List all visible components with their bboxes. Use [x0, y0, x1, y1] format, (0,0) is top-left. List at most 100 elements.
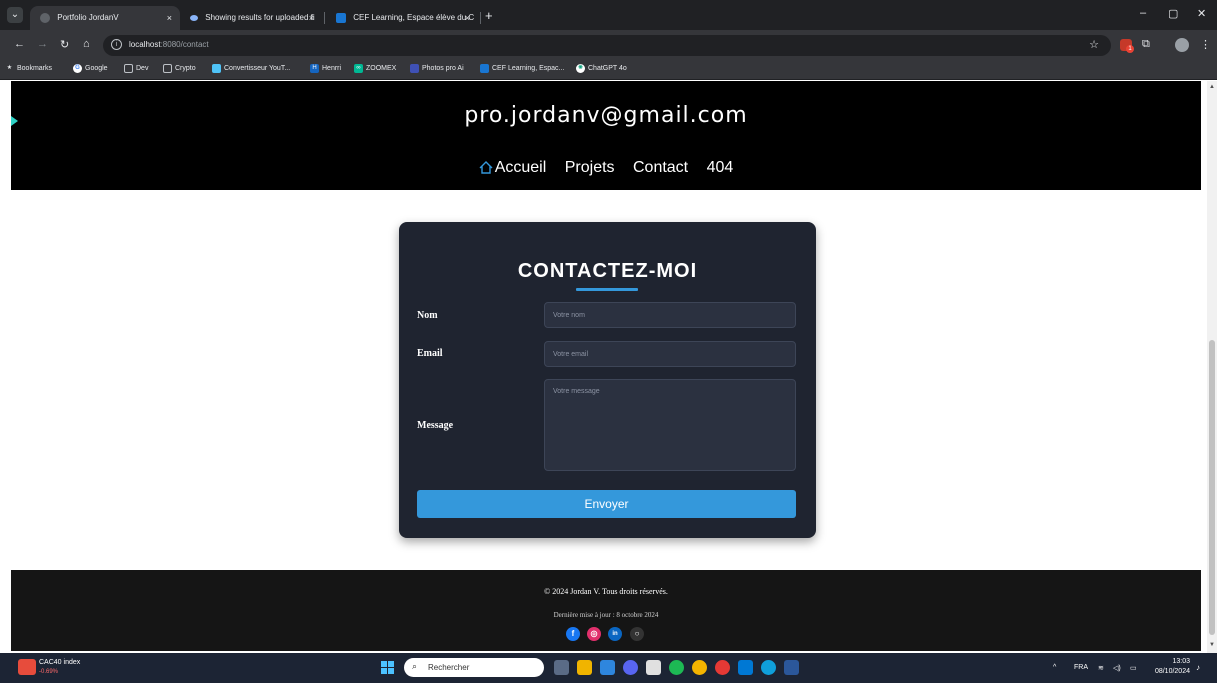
- tab-portfolio[interactable]: Portfolio JordanV ×: [30, 6, 180, 30]
- volume-icon[interactable]: ◁): [1113, 664, 1121, 672]
- forward-button[interactable]: →: [37, 38, 48, 50]
- word-icon[interactable]: [784, 660, 799, 675]
- bookmark-item[interactable]: ★ Bookmarks: [5, 64, 52, 73]
- minimize-button[interactable]: –: [1140, 7, 1146, 19]
- site-info-icon[interactable]: i: [111, 39, 122, 50]
- tab-uploaded-results[interactable]: Showing results for uploaded fi ×: [180, 6, 322, 30]
- vscode-icon[interactable]: [738, 660, 753, 675]
- tab-title: CEF Learning, Espace élève du C: [353, 13, 475, 22]
- page-viewport: pro.jordanv@gmail.com Accueil Projets Co…: [0, 81, 1217, 653]
- close-tab-icon[interactable]: ×: [167, 6, 172, 30]
- close-tab-icon[interactable]: ×: [309, 6, 314, 30]
- battery-icon[interactable]: ▭: [1130, 664, 1137, 672]
- bookmark-item[interactable]: Photos pro Ai: [410, 64, 464, 73]
- system-clock[interactable]: 13:03 08/10/2024: [1150, 657, 1190, 677]
- cef-icon: [480, 64, 489, 73]
- tab-cef-learning[interactable]: CEF Learning, Espace élève du C ×: [326, 6, 478, 30]
- bookmark-item[interactable]: Crypto: [163, 64, 196, 73]
- bookmark-label: CEF Learning, Espac...: [492, 65, 565, 72]
- bookmark-label: Dev: [136, 65, 149, 72]
- stocks-widget-icon[interactable]: [18, 659, 36, 675]
- edge-icon[interactable]: [761, 660, 776, 675]
- converter-icon: [212, 64, 221, 73]
- calendar-app-icon[interactable]: [646, 660, 661, 675]
- folder-icon: [124, 64, 133, 73]
- linkedin-icon[interactable]: in: [608, 627, 622, 641]
- windows-logo-tile: [388, 661, 394, 667]
- bookmark-item[interactable]: ∞ ZOOMEX: [354, 64, 396, 73]
- taskbar-search[interactable]: ⌕ Rechercher: [404, 658, 544, 677]
- new-tab-button[interactable]: +: [485, 8, 493, 23]
- chrome-icon[interactable]: [692, 660, 707, 675]
- github-icon[interactable]: ○: [630, 627, 644, 641]
- bookmark-item[interactable]: G Google: [73, 64, 108, 73]
- bookmark-label: Henrri: [322, 65, 342, 72]
- spotify-icon[interactable]: [669, 660, 684, 675]
- back-button[interactable]: ←: [14, 38, 25, 50]
- bookmark-item[interactable]: Convertisseur YouT...: [212, 64, 290, 73]
- discord-icon[interactable]: [623, 660, 638, 675]
- start-button[interactable]: [381, 661, 395, 675]
- bookmark-star-icon[interactable]: ☆: [1089, 38, 1099, 51]
- restore-button[interactable]: ▢: [1168, 7, 1178, 20]
- nav-projets[interactable]: Projets: [565, 159, 615, 176]
- henrri-icon: H: [310, 64, 319, 73]
- widget-title[interactable]: CAC40 index: [39, 659, 80, 666]
- notification-bell-icon[interactable]: ♪: [1196, 663, 1200, 672]
- instagram-icon[interactable]: ◎: [587, 627, 601, 641]
- nav-contact[interactable]: Contact: [633, 159, 688, 176]
- message-label: Message: [417, 420, 454, 431]
- nav-accueil[interactable]: Accueil: [479, 159, 551, 176]
- scrollbar-thumb[interactable]: [1209, 340, 1215, 635]
- tab-search-button[interactable]: ⌄: [7, 7, 23, 23]
- wifi-icon[interactable]: ≋: [1098, 664, 1104, 672]
- url-text[interactable]: localhost:8080/contact: [129, 40, 209, 49]
- bookmark-item[interactable]: H Henrri: [310, 64, 341, 73]
- cef-favicon-icon: [336, 13, 346, 23]
- site-email[interactable]: pro.jordanv@gmail.com: [11, 103, 1201, 128]
- reload-button[interactable]: ↻: [60, 38, 69, 51]
- submit-button[interactable]: Envoyer: [417, 490, 796, 518]
- bookmark-label: ChatGPT 4o: [588, 65, 627, 72]
- facebook-icon[interactable]: f: [566, 627, 580, 641]
- bookmarks-bar: ★ Bookmarks G Google Dev Crypto Convertiss…: [0, 60, 1217, 80]
- scroll-down-arrow-icon[interactable]: ▼: [1209, 642, 1215, 648]
- extension-badge: 1: [1126, 45, 1134, 53]
- browser-toolbar: ← → ↻ ⌂ i localhost:8080/contact ☆ 1 ⧉ ⋮: [0, 30, 1217, 60]
- extensions-puzzle-icon[interactable]: ⧉: [1142, 38, 1150, 51]
- bookmark-label: Google: [85, 65, 108, 72]
- profile-avatar[interactable]: [1175, 38, 1189, 52]
- file-explorer-icon[interactable]: [577, 660, 592, 675]
- widget-value: -0.69%: [39, 669, 59, 675]
- windows-logo-tile: [381, 661, 387, 667]
- close-tab-icon[interactable]: ×: [465, 6, 470, 30]
- tray-overflow-icon[interactable]: ^: [1053, 664, 1056, 671]
- opera-icon[interactable]: [715, 660, 730, 675]
- nav-404[interactable]: 404: [707, 159, 734, 176]
- contact-title: CONTACTEZ-MOI: [517, 260, 698, 282]
- name-input[interactable]: Votre nom: [544, 302, 796, 328]
- tab-title: Showing results for uploaded fi: [205, 13, 315, 22]
- task-view-icon[interactable]: [554, 660, 569, 675]
- address-bar[interactable]: i localhost:8080/contact ☆: [103, 35, 1111, 56]
- page-scrollbar[interactable]: ▲ ▼: [1207, 81, 1217, 653]
- home-button[interactable]: ⌂: [83, 38, 90, 50]
- search-icon: ⌕: [412, 661, 418, 671]
- close-window-button[interactable]: ✕: [1197, 7, 1206, 20]
- bookmark-label: ZOOMEX: [366, 65, 397, 72]
- bookmark-item[interactable]: ✺ ChatGPT 4o: [576, 64, 627, 73]
- clock-date: 08/10/2024: [1154, 668, 1190, 675]
- bookmark-item[interactable]: Dev: [124, 64, 148, 73]
- outlook-icon[interactable]: [600, 660, 615, 675]
- email-input[interactable]: Votre email: [544, 341, 796, 367]
- message-textarea[interactable]: Votre message: [544, 379, 796, 471]
- browser-menu-icon[interactable]: ⋮: [1200, 38, 1211, 51]
- bookmark-item[interactable]: CEF Learning, Espac...: [480, 64, 564, 73]
- url-path: :8080/contact: [160, 40, 209, 49]
- scroll-up-arrow-icon[interactable]: ▲: [1209, 84, 1215, 90]
- language-indicator[interactable]: FRA: [1074, 664, 1088, 671]
- bookmark-label: Bookmarks: [17, 65, 53, 72]
- browser-tab-bar: ⌄ Portfolio JordanV × Showing results fo…: [0, 0, 1217, 30]
- title-underline: [576, 288, 638, 291]
- tab-title: Portfolio JordanV: [57, 13, 119, 22]
